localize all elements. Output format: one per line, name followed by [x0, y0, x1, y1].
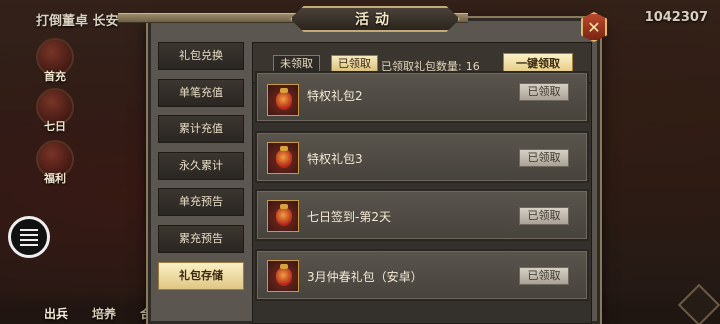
tab-single-recharge-preview[interactable]: 单充预告	[158, 188, 244, 217]
gift-bag-icon	[267, 84, 299, 116]
first-recharge-label: 首充	[44, 70, 66, 83]
gift-claimed-button[interactable]: 已领取	[519, 267, 569, 285]
gift-name: 七日签到-第2天	[307, 210, 391, 224]
gift-row: 3月仲春礼包（安卓） 已领取	[255, 249, 589, 301]
gift-name: 特权礼包2	[307, 89, 363, 103]
tab-gift-storage[interactable]: 礼包存储	[158, 261, 244, 290]
gift-row: 七日签到-第2天 已领取	[255, 189, 589, 241]
tab-cumulative-recharge-preview[interactable]: 累充预告	[158, 224, 244, 253]
gift-claimed-button[interactable]: 已领取	[519, 207, 569, 225]
panel-title-plate: 活动	[290, 6, 460, 32]
gift-bag-icon	[267, 260, 299, 292]
seven-day-label: 七日	[44, 120, 66, 133]
floating-menu-button[interactable]	[8, 216, 50, 258]
close-icon: ✕	[587, 17, 601, 37]
tab-single-recharge[interactable]: 单笔充值	[158, 78, 244, 107]
nav-item-dispatch[interactable]: 出兵	[44, 305, 68, 322]
resource-counter: 1042307	[644, 10, 708, 25]
welfare-label: 福利	[44, 172, 66, 185]
tab-permanent-cumulative[interactable]: 永久累计	[158, 151, 244, 180]
gift-claimed-button[interactable]: 已领取	[519, 83, 569, 101]
gift-name: 3月仲春礼包（安卓）	[307, 270, 423, 284]
seven-day-button[interactable]: 七日	[30, 88, 80, 138]
tab-gift-redeem[interactable]: 礼包兑换	[158, 42, 244, 70]
gift-row: 特权礼包3 已领取	[255, 131, 589, 183]
gift-claimed-button[interactable]: 已领取	[519, 149, 569, 167]
gift-storage-content: 未领取 已领取 已领取礼包数量: 16 一键领取 特权礼包2 已领取 特权礼包3 …	[252, 42, 592, 324]
welfare-button[interactable]: 福利	[30, 140, 80, 190]
first-recharge-button[interactable]: 首充	[30, 38, 80, 88]
menu-icon	[20, 226, 38, 249]
panel-title: 活动	[355, 12, 395, 28]
stage-title: 打倒董卓 长安	[36, 14, 119, 29]
tab-cumulative-recharge[interactable]: 累计充值	[158, 115, 244, 144]
activity-tab-list: 礼包兑换 单笔充值 累计充值 永久累计 单充预告 累充预告 礼包存储	[158, 42, 244, 298]
gift-bag-icon	[267, 142, 299, 174]
gift-bag-icon	[267, 200, 299, 232]
gift-row: 特权礼包2 已领取	[255, 71, 589, 123]
nav-item-train[interactable]: 培养	[92, 305, 116, 322]
gift-name: 特权礼包3	[307, 152, 363, 166]
